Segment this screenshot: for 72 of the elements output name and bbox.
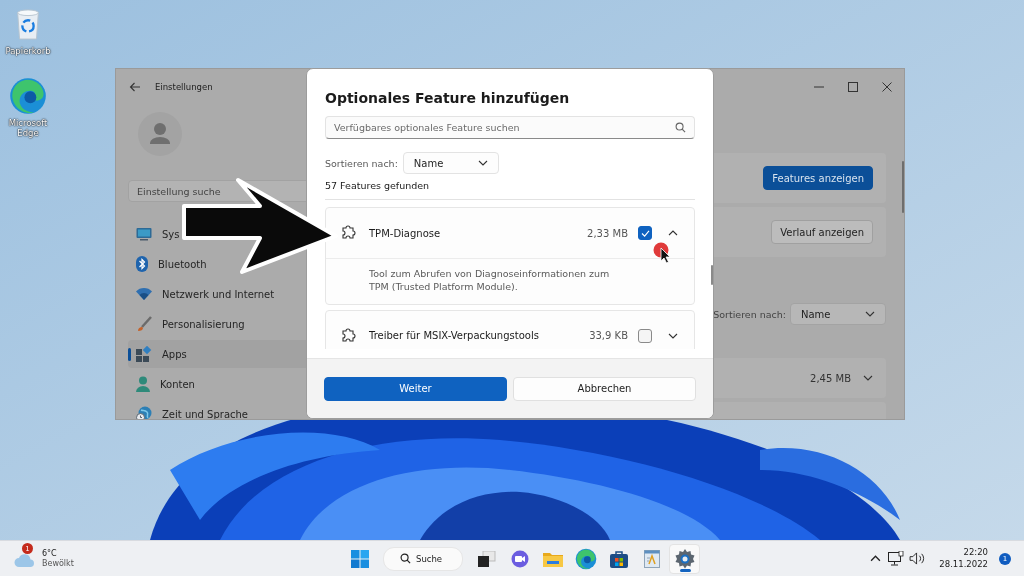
- edge-icon: [9, 77, 47, 116]
- cloud-icon: [14, 553, 36, 567]
- primary-button[interactable]: Weiter: [324, 376, 507, 401]
- back-arrow-icon: [129, 82, 141, 92]
- search-icon: [675, 122, 686, 133]
- edge-icon: [574, 547, 597, 570]
- windows-logo-icon: [350, 549, 369, 568]
- puzzle-icon: [340, 327, 356, 344]
- clock[interactable]: 22:20 28.11.2022: [939, 547, 988, 570]
- dialog-title: Optionales Feature hinzufügen: [325, 90, 571, 106]
- apps-icon: [136, 346, 152, 362]
- wifi-icon: [136, 288, 152, 300]
- feature-name: Treiber für MSIX-Verpackungstools: [369, 330, 539, 342]
- network-icon: [888, 550, 905, 567]
- nav-label: Bluetooth: [158, 258, 207, 270]
- scrollbar[interactable]: [902, 161, 904, 213]
- nav-label: Apps: [162, 348, 187, 360]
- globe-clock-icon: [136, 406, 152, 419]
- feature-description: Tool zum Abrufen von Diagnoseinformationen zum TPM (Trusted Platform Module).: [326, 258, 694, 304]
- feature-size: 33,9 KB: [589, 330, 628, 342]
- sort-label: Sortieren nach:: [325, 157, 398, 169]
- monitor-icon: [136, 227, 152, 241]
- search-icon: [400, 553, 411, 564]
- feature-name: TPM-Diagnose: [369, 227, 441, 239]
- gear-icon: [674, 548, 695, 569]
- search-field[interactable]: Verfügbares optionales Feature suchen: [325, 116, 695, 139]
- button[interactable]: Abbrechen: [513, 376, 696, 401]
- button[interactable]: Verlauf anzeigen: [771, 220, 873, 244]
- sort-dropdown[interactable]: Name: [402, 152, 499, 174]
- chevron-up-icon: [668, 230, 678, 236]
- nav-label: Zeit und Sprache: [162, 408, 248, 419]
- placeholder-text: Verfügbares optionales Feature suchen: [334, 122, 520, 133]
- chat-icon: [510, 549, 529, 568]
- chevron-down-icon: [865, 311, 875, 317]
- person-icon: [136, 376, 150, 392]
- placeholder-text: Einstellung suche: [137, 185, 221, 197]
- nav-label: Sys: [162, 228, 180, 240]
- volume-icon: [908, 552, 926, 565]
- avatar-icon: [138, 112, 182, 156]
- scrollbar[interactable]: [711, 265, 713, 285]
- checkmark-icon: [640, 229, 650, 237]
- feature-size: 2,33 MB: [587, 227, 628, 239]
- bluetooth-icon: [136, 256, 148, 272]
- chevron-down-icon: [668, 332, 678, 339]
- selection-indicator: [128, 348, 131, 361]
- chevron-down-icon: [863, 375, 873, 381]
- click-marker: [653, 242, 673, 266]
- sort-label: Sortieren nach:: [713, 308, 786, 320]
- chevron-up-icon: [869, 555, 881, 562]
- primary-button[interactable]: Features anzeigen: [763, 166, 873, 190]
- feature-size: 2,45 MB: [810, 372, 851, 384]
- store-icon: [609, 549, 628, 568]
- checkbox[interactable]: [638, 226, 652, 240]
- checkbox[interactable]: [638, 328, 652, 343]
- weather-condition: Bewölkt: [42, 558, 74, 569]
- active-indicator: [680, 568, 692, 572]
- chevron-down-icon: [477, 160, 488, 166]
- folder-icon: [542, 550, 563, 567]
- nav-label: Personalisierung: [162, 318, 245, 330]
- window-title: Einstellungen: [155, 82, 213, 92]
- search-box[interactable]: Suche: [383, 546, 464, 571]
- task-view-icon: [477, 550, 496, 567]
- result-count: 57 Features gefunden: [325, 180, 431, 191]
- notepad-icon: [643, 549, 660, 568]
- close-icon: [882, 82, 892, 92]
- puzzle-icon: [340, 225, 356, 241]
- nav-label: Netzwerk und Internet: [162, 288, 275, 300]
- paintbrush-icon: [136, 316, 152, 332]
- temperature: 6°C: [42, 548, 58, 559]
- maximize-icon: [848, 82, 858, 92]
- sort-dropdown[interactable]: Name: [790, 303, 886, 325]
- nav-label: Konten: [160, 378, 195, 390]
